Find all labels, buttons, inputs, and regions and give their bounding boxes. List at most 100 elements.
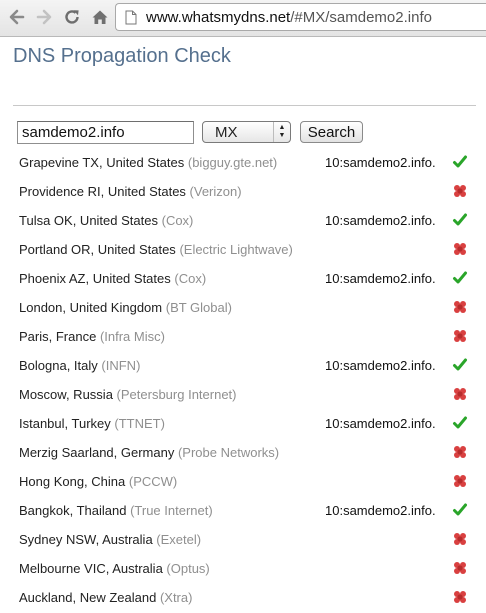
result-record: 10:samdemo2.info. bbox=[325, 213, 436, 228]
result-location: Hong Kong, China (PCCW) bbox=[19, 474, 177, 489]
location-name: Phoenix AZ, United States bbox=[19, 271, 171, 286]
location-name: Grapevine TX, United States bbox=[19, 155, 185, 170]
cross-icon bbox=[452, 531, 468, 547]
location-name: Auckland, New Zealand bbox=[19, 590, 157, 605]
check-icon bbox=[452, 212, 468, 228]
result-record: 10:samdemo2.info. bbox=[325, 416, 436, 431]
result-row: Moscow, Russia (Petersburg Internet) bbox=[0, 381, 486, 410]
provider-name: (Xtra) bbox=[159, 590, 193, 605]
result-location: Auckland, New Zealand (Xtra) bbox=[19, 590, 192, 605]
location-name: Istanbul, Turkey bbox=[19, 416, 111, 431]
location-name: Hong Kong, China bbox=[19, 474, 126, 489]
result-location: London, United Kingdom (BT Global) bbox=[19, 300, 232, 315]
record-type-select[interactable]: MX ▲ ▼ bbox=[202, 121, 291, 143]
result-row: Tulsa OK, United States (Cox) 10:samdemo2… bbox=[0, 207, 486, 236]
result-location: Tulsa OK, United States (Cox) bbox=[19, 213, 193, 228]
provider-name: (Petersburg Internet) bbox=[116, 387, 237, 402]
result-record: 10:samdemo2.info. bbox=[325, 503, 436, 518]
result-record: 10:samdemo2.info. bbox=[325, 358, 436, 373]
result-record: 10:samdemo2.info. bbox=[325, 155, 436, 170]
location-name: Merzig Saarland, Germany bbox=[19, 445, 175, 460]
check-icon bbox=[452, 415, 468, 431]
cross-icon bbox=[452, 299, 468, 315]
location-name: Melbourne VIC, Australia bbox=[19, 561, 163, 576]
result-location: Phoenix AZ, United States (Cox) bbox=[19, 271, 206, 286]
result-location: Bologna, Italy (INFN) bbox=[19, 358, 140, 373]
result-row: Portland OR, United States (Electric Lig… bbox=[0, 236, 486, 265]
provider-name: (BT Global) bbox=[165, 300, 232, 315]
cross-icon bbox=[452, 444, 468, 460]
page-title: DNS Propagation Check bbox=[13, 45, 231, 67]
domain-input[interactable] bbox=[17, 121, 194, 144]
location-name: Moscow, Russia bbox=[19, 387, 113, 402]
result-row: Melbourne VIC, Australia (Optus) bbox=[0, 555, 486, 584]
result-location: Istanbul, Turkey (TTNET) bbox=[19, 416, 165, 431]
results-list: Grapevine TX, United States (bigguy.gte.… bbox=[0, 149, 486, 613]
cross-icon bbox=[452, 241, 468, 257]
provider-name: (Cox) bbox=[161, 213, 194, 228]
provider-name: (bigguy.gte.net) bbox=[187, 155, 278, 170]
result-location: Paris, France (Infra Misc) bbox=[19, 329, 165, 344]
provider-name: (TTNET) bbox=[114, 416, 165, 431]
result-row: Auckland, New Zealand (Xtra) bbox=[0, 584, 486, 613]
result-record: 10:samdemo2.info. bbox=[325, 271, 436, 286]
provider-name: (Infra Misc) bbox=[99, 329, 165, 344]
result-row: Paris, France (Infra Misc) bbox=[0, 323, 486, 352]
result-row: Grapevine TX, United States (bigguy.gte.… bbox=[0, 149, 486, 178]
reload-button[interactable] bbox=[61, 6, 83, 28]
result-row: Istanbul, Turkey (TTNET) 10:samdemo2.info… bbox=[0, 410, 486, 439]
result-row: Bangkok, Thailand (True Internet) 10:samd… bbox=[0, 497, 486, 526]
back-arrow-icon bbox=[9, 9, 25, 25]
provider-name: (PCCW) bbox=[128, 474, 178, 489]
location-name: London, United Kingdom bbox=[19, 300, 163, 315]
location-name: Paris, France bbox=[19, 329, 97, 344]
result-location: Portland OR, United States (Electric Lig… bbox=[19, 242, 293, 257]
result-location: Merzig Saarland, Germany (Probe Networks… bbox=[19, 445, 279, 460]
cross-icon bbox=[452, 183, 468, 199]
provider-name: (INFN) bbox=[101, 358, 141, 373]
home-button[interactable] bbox=[89, 6, 111, 28]
location-name: Bologna, Italy bbox=[19, 358, 98, 373]
provider-name: (True Internet) bbox=[130, 503, 213, 518]
location-name: Tulsa OK, United States bbox=[19, 213, 158, 228]
result-location: Sydney NSW, Australia (Exetel) bbox=[19, 532, 201, 547]
browser-toolbar: www.whatsmydns.net/#MX/samdemo2.info bbox=[0, 0, 486, 37]
back-button[interactable] bbox=[6, 6, 28, 28]
check-icon bbox=[452, 270, 468, 286]
result-location: Bangkok, Thailand (True Internet) bbox=[19, 503, 213, 518]
result-location: Providence RI, United States (Verizon) bbox=[19, 184, 242, 199]
result-row: London, United Kingdom (BT Global) bbox=[0, 294, 486, 323]
result-row: Hong Kong, China (PCCW) bbox=[0, 468, 486, 497]
location-name: Bangkok, Thailand bbox=[19, 503, 127, 518]
provider-name: (Cox) bbox=[174, 271, 207, 286]
result-location: Grapevine TX, United States (bigguy.gte.… bbox=[19, 155, 277, 170]
select-arrows-icon: ▲ ▼ bbox=[273, 122, 290, 142]
provider-name: (Optus) bbox=[166, 561, 210, 576]
title-divider bbox=[13, 105, 476, 106]
url-host: www.whatsmydns.net bbox=[146, 8, 291, 26]
result-location: Moscow, Russia (Petersburg Internet) bbox=[19, 387, 237, 402]
cross-icon bbox=[452, 473, 468, 489]
address-bar[interactable]: www.whatsmydns.net/#MX/samdemo2.info bbox=[115, 3, 486, 31]
result-row: Phoenix AZ, United States (Cox) 10:samdem… bbox=[0, 265, 486, 294]
home-icon bbox=[92, 10, 108, 24]
location-name: Providence RI, United States bbox=[19, 184, 186, 199]
provider-name: (Exetel) bbox=[156, 532, 202, 547]
check-icon bbox=[452, 154, 468, 170]
check-icon bbox=[452, 502, 468, 518]
reload-icon bbox=[65, 10, 79, 24]
result-row: Providence RI, United States (Verizon) bbox=[0, 178, 486, 207]
provider-name: (Electric Lightwave) bbox=[179, 242, 293, 257]
check-icon bbox=[452, 357, 468, 373]
cross-icon bbox=[452, 328, 468, 344]
page-icon bbox=[125, 10, 137, 24]
record-type-value: MX bbox=[215, 123, 238, 141]
location-name: Sydney NSW, Australia bbox=[19, 532, 153, 547]
location-name: Portland OR, United States bbox=[19, 242, 176, 257]
search-button[interactable]: Search bbox=[300, 121, 363, 143]
result-row: Merzig Saarland, Germany (Probe Networks… bbox=[0, 439, 486, 468]
provider-name: (Probe Networks) bbox=[177, 445, 280, 460]
result-row: Sydney NSW, Australia (Exetel) bbox=[0, 526, 486, 555]
provider-name: (Verizon) bbox=[189, 184, 242, 199]
forward-button[interactable] bbox=[33, 6, 55, 28]
